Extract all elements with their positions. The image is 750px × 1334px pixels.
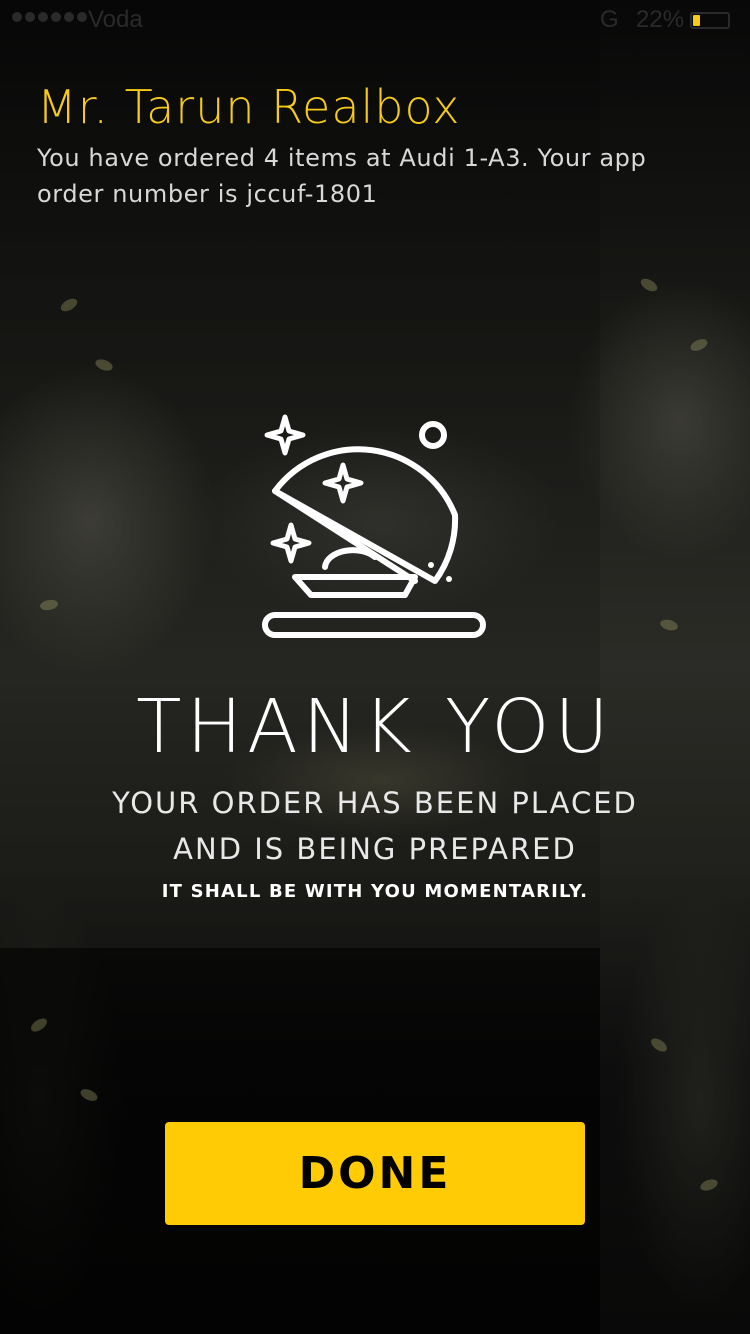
order-status-line-2: AND IS BEING PREPARED — [173, 832, 577, 866]
carrier-name: Voda — [88, 6, 143, 33]
cloche-icon — [262, 414, 486, 638]
signal-strength-icon — [12, 12, 87, 22]
network-type: G — [600, 6, 619, 33]
order-summary: You have ordered 4 items at Audi 1-A3. Y… — [37, 144, 647, 208]
order-status-line-1: YOUR ORDER HAS BEEN PLACED — [112, 786, 638, 820]
status-bar: Voda G 22% — [0, 0, 750, 40]
order-confirmation-screen: Voda G 22% Mr. Tarun Realbox You have or… — [0, 0, 750, 1334]
battery-icon — [690, 12, 730, 29]
thank-you-heading: THANK YOU — [136, 684, 614, 770]
order-eta-note: IT SHALL BE WITH YOU MOMENTARILY. — [161, 881, 589, 902]
customer-name: Mr. Tarun Realbox — [37, 80, 461, 134]
done-button[interactable]: DONE — [165, 1122, 585, 1225]
battery-level — [693, 15, 700, 26]
battery-percent: 22% — [636, 6, 685, 33]
